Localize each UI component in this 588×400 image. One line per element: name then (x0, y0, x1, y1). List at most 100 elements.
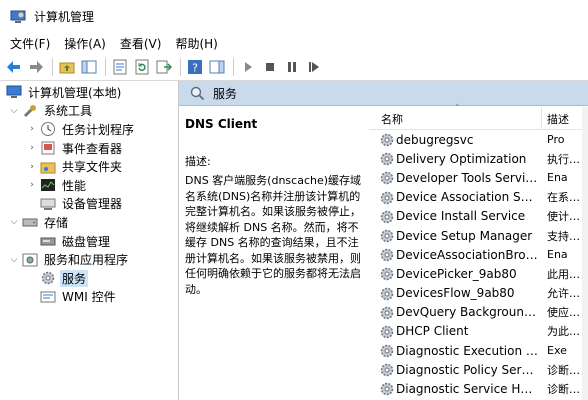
start-service-button[interactable] (238, 57, 258, 77)
disk-icon (40, 237, 56, 246)
services-apps-icon (22, 253, 38, 267)
chevron-right-icon[interactable]: › (26, 142, 38, 154)
table-row[interactable]: Diagnostic Service Host 诊断… (369, 379, 588, 398)
back-button[interactable] (4, 57, 24, 77)
chevron-down-icon[interactable]: ⌵ (8, 254, 20, 266)
toolbar-separator (105, 57, 106, 76)
tree-item-disk-management[interactable]: 磁盘管理 (0, 232, 178, 251)
gear-icon (380, 344, 394, 358)
tree-label-root: 计算机管理(本地) (28, 85, 122, 100)
service-name: DevQuery Background D… (396, 305, 538, 320)
help-icon: ? (188, 59, 202, 74)
chevron-right-icon[interactable]: › (26, 179, 38, 191)
services-panel-header: 服务 (179, 81, 588, 106)
table-row[interactable]: DevicesFlow_9ab80 允许… (369, 284, 588, 303)
refresh-icon (135, 59, 149, 74)
wmi-icon (40, 291, 56, 303)
service-description: 诊断… (547, 363, 580, 377)
tree-item-services-apps[interactable]: ⌵ 服务和应用程序 (0, 250, 178, 269)
stop-icon (266, 62, 274, 71)
pause-icon (288, 61, 296, 72)
service-name: DHCP Client (396, 324, 469, 339)
table-row[interactable]: DevQuery Background D… 使应… (369, 303, 588, 322)
export-list-icon (156, 60, 172, 73)
restart-service-button[interactable] (304, 57, 324, 77)
chevron-right-icon[interactable]: › (26, 161, 38, 173)
tree-label-disk-management: 磁盘管理 (62, 234, 111, 249)
title-bar: 计算机管理 (0, 0, 588, 33)
table-row[interactable]: Delivery Optimization 执行… (369, 149, 588, 168)
properties-icon (113, 59, 127, 74)
service-name: Diagnostic Service Host (396, 382, 538, 397)
help-button[interactable]: ? (185, 57, 205, 77)
service-description: 诊断… (547, 383, 580, 397)
gear-icon (380, 248, 394, 262)
properties-button[interactable] (110, 57, 130, 77)
chevron-right-icon[interactable]: › (26, 123, 38, 135)
tree-item-root[interactable]: 计算机管理(本地) (0, 83, 178, 102)
gear-icon (41, 271, 55, 285)
menu-view[interactable]: 查看(V) (114, 35, 168, 52)
up-folder-button[interactable] (57, 57, 77, 77)
stop-service-button[interactable] (260, 57, 280, 77)
tree-label-system-tools: 系统工具 (44, 104, 93, 119)
tree-item-services[interactable]: 服务 (0, 269, 178, 288)
menu-help[interactable]: 帮助(H) (169, 35, 223, 52)
table-row[interactable]: Device Install Service 使计… (369, 207, 588, 226)
column-header-name[interactable]: 名称 (381, 111, 403, 127)
tree-label-performance: 性能 (62, 178, 87, 193)
search-icon (190, 86, 205, 101)
tree-item-wmi[interactable]: WMI 控件 (0, 288, 178, 307)
table-row[interactable]: DevicePicker_9ab80 此用… (369, 264, 588, 283)
service-description: 此用… (547, 267, 580, 281)
table-row[interactable]: DHCP Client 为此… (369, 322, 588, 341)
chevron-down-icon[interactable]: ⌵ (8, 105, 20, 117)
service-name: Diagnostic Policy Service (396, 362, 538, 377)
pause-service-button[interactable] (282, 57, 302, 77)
column-divider[interactable] (541, 107, 542, 129)
svg-text:?: ? (192, 61, 198, 74)
forward-button[interactable] (26, 57, 46, 77)
column-header-description[interactable]: 描述 (547, 111, 569, 127)
window-title: 计算机管理 (34, 10, 95, 24)
tree-item-shared-folders[interactable]: › 共享文件夹 (0, 157, 178, 176)
tree-label-task-scheduler: 任务计划程序 (62, 122, 135, 137)
table-row[interactable]: Diagnostic Execution Ser… Exe (369, 341, 588, 360)
tree-item-event-viewer[interactable]: › 事件查看器 (0, 139, 178, 158)
table-row[interactable]: DeviceAssociationBroker… Ena (369, 245, 588, 264)
service-description: 允许… (547, 287, 580, 301)
navigation-tree: 计算机管理(本地) ⌵ 系统工具 › 任务计划程序 › 事件查看器 › 共享文件… (0, 81, 179, 400)
selected-service-title: DNS Client (185, 117, 258, 131)
service-description: 使应… (547, 306, 580, 320)
table-row[interactable]: Device Setup Manager 支持… (369, 226, 588, 245)
menu-file[interactable]: 文件(F) (4, 35, 56, 52)
tree-label-storage: 存储 (44, 215, 69, 230)
gear-icon (380, 306, 394, 319)
refresh-button[interactable] (132, 57, 152, 77)
table-row[interactable]: debugregsvc Pro (369, 130, 588, 149)
table-row[interactable]: Developer Tools Service Ena (369, 168, 588, 187)
show-hide-tree-icon (81, 60, 97, 73)
chevron-down-icon[interactable]: ⌵ (8, 216, 20, 228)
export-list-button[interactable] (154, 57, 174, 77)
tree-item-system-tools[interactable]: ⌵ 系统工具 (0, 102, 178, 121)
show-hide-tree-button[interactable] (79, 57, 99, 77)
gear-icon (380, 287, 394, 300)
computer-management-window: 计算机管理 文件(F) 操作(A) 查看(V) 帮助(H) ? 计算机管理(本地… (0, 0, 588, 400)
toolbar-separator (52, 57, 53, 76)
tree-item-device-manager[interactable]: 设备管理器 (0, 195, 178, 214)
menu-action[interactable]: 操作(A) (58, 35, 112, 52)
table-row[interactable]: Diagnostic Policy Service 诊断… (369, 360, 588, 379)
action-pane-button[interactable] (207, 57, 227, 77)
service-name: Device Association Service (396, 190, 538, 205)
gear-icon (380, 364, 394, 377)
computer-management-icon (6, 85, 22, 99)
tree-item-task-scheduler[interactable]: › 任务计划程序 (0, 120, 178, 139)
tools-icon (23, 104, 36, 117)
table-row[interactable]: Device Association Service 在系… (369, 188, 588, 207)
main-area: 计算机管理(本地) ⌵ 系统工具 › 任务计划程序 › 事件查看器 › 共享文件… (0, 81, 588, 400)
gear-icon (380, 152, 394, 166)
tree-item-storage[interactable]: ⌵ 存储 (0, 213, 178, 232)
tree-item-performance[interactable]: › 性能 (0, 176, 178, 195)
vertical-scrollbar[interactable] (582, 107, 588, 400)
